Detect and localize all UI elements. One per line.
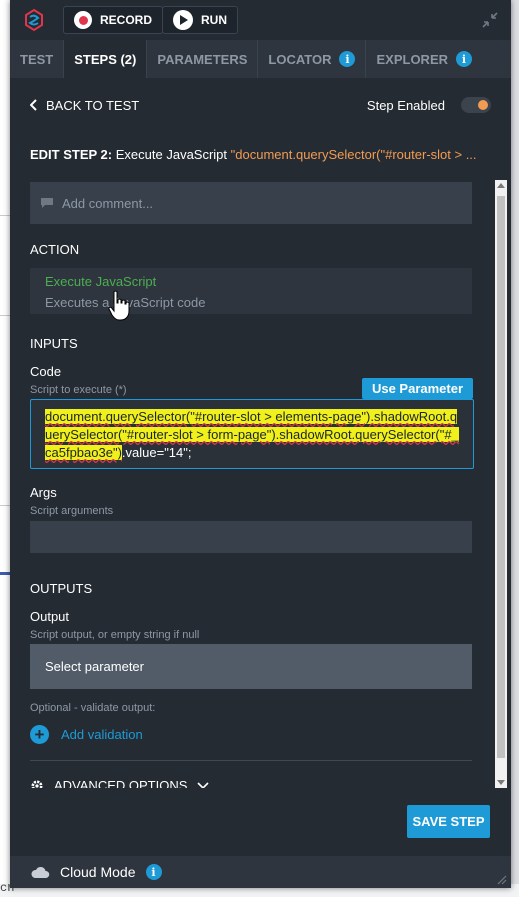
tab-label: LOCATOR: [268, 51, 332, 67]
scroll-up-arrow[interactable]: [497, 183, 505, 188]
tab-locator[interactable]: LOCATOR i: [258, 40, 367, 78]
tab-steps[interactable]: STEPS (2): [64, 40, 148, 78]
tab-parameters[interactable]: PARAMETERS: [147, 40, 259, 78]
action-heading: ACTION: [30, 242, 80, 257]
action-selector[interactable]: Execute JavaScript Executes a JavaScript…: [30, 268, 472, 314]
run-label: RUN: [201, 13, 227, 27]
logo-icon[interactable]: [22, 8, 46, 32]
run-button[interactable]: RUN: [162, 6, 238, 34]
edit-step-title: EDIT STEP 2: Execute JavaScript "documen…: [30, 147, 491, 162]
gear-icon: [31, 780, 43, 788]
tab-bar: TEST STEPS (2) PARAMETERS LOCATOR i EXPL…: [10, 40, 511, 78]
info-icon[interactable]: i: [145, 864, 162, 880]
action-name: Execute JavaScript: [45, 274, 157, 289]
code-highlighted-text: document.querySelector("#router-slot > e…: [45, 409, 459, 460]
top-toolbar: RECORD RUN: [10, 0, 511, 40]
edit-step-action: Execute JavaScript: [115, 147, 228, 162]
select-parameter-dropdown[interactable]: Select parameter: [30, 644, 472, 689]
scroll-down-arrow[interactable]: [497, 780, 505, 785]
tab-explorer[interactable]: EXPLORER i: [366, 40, 482, 78]
args-label: Args: [30, 485, 57, 500]
add-validation-button[interactable]: + Add validation: [30, 725, 143, 744]
tab-label: STEPS (2): [74, 51, 137, 67]
cloud-mode-label: Cloud Mode: [60, 864, 136, 880]
record-icon: [74, 11, 92, 29]
extension-panel: RECORD RUN TEST STEPS (2) PARAMETERS LOC…: [10, 0, 511, 888]
optional-validate-label: Optional - validate output:: [30, 702, 156, 714]
code-textarea[interactable]: document.querySelector("#router-slot > e…: [30, 399, 474, 469]
step-enabled-control: Step Enabled: [367, 97, 491, 113]
section-divider: [30, 760, 472, 761]
outputs-heading: OUTPUTS: [30, 581, 93, 596]
advanced-options-toggle[interactable]: ADVANCED OPTIONS: [30, 778, 209, 788]
add-validation-label: Add validation: [61, 727, 143, 742]
play-icon: [173, 10, 193, 30]
hand-cursor-icon: [108, 290, 130, 321]
record-label: RECORD: [100, 13, 153, 27]
step-enabled-toggle[interactable]: [461, 97, 491, 113]
tab-test[interactable]: TEST: [10, 40, 65, 78]
inputs-heading: INPUTS: [30, 336, 78, 351]
back-label: BACK TO TEST: [46, 97, 140, 113]
output-label: Output: [30, 609, 70, 624]
chevron-left-icon: [30, 99, 37, 111]
code-label: Code: [30, 364, 62, 379]
record-button[interactable]: RECORD: [63, 6, 164, 34]
collapse-icon[interactable]: [481, 11, 499, 29]
output-sublabel: Script output, or empty string if null: [30, 629, 200, 641]
use-parameter-button[interactable]: Use Parameter: [362, 378, 473, 399]
comment-icon: [41, 198, 53, 208]
step-enabled-label: Step Enabled: [366, 97, 445, 113]
chevron-down-icon: [197, 781, 209, 788]
tab-label: TEST: [20, 51, 54, 67]
tab-label: EXPLORER: [376, 51, 448, 67]
info-icon[interactable]: i: [456, 51, 472, 67]
args-input[interactable]: [30, 521, 472, 553]
plus-icon: +: [30, 725, 49, 744]
info-icon[interactable]: i: [339, 51, 356, 67]
edit-step-argument: "document.querySelector("#router-slot > …: [230, 147, 477, 162]
advanced-options-label: ADVANCED OPTIONS: [54, 778, 188, 788]
resize-grip-icon[interactable]: [497, 875, 507, 885]
step-editor-scroll-area[interactable]: Add comment... ACTION Execute JavaScript…: [30, 180, 491, 788]
action-description: Executes a JavaScript code: [45, 295, 206, 310]
cloud-icon: [31, 866, 50, 878]
args-sublabel: Script arguments: [30, 505, 114, 517]
back-to-test-link[interactable]: BACK TO TEST: [30, 98, 139, 113]
vertical-scrollbar[interactable]: [495, 180, 507, 788]
footer-bar: Cloud Mode i: [10, 856, 511, 888]
code-sublabel: Script to execute (*): [30, 384, 127, 396]
code-rest-text: .value="14";: [121, 445, 192, 460]
edit-step-label: EDIT STEP 2:: [30, 147, 113, 162]
step-header-row: BACK TO TEST Step Enabled: [30, 94, 491, 116]
scrollbar-thumb[interactable]: [497, 196, 505, 758]
comment-input[interactable]: Add comment...: [30, 182, 472, 224]
comment-placeholder: Add comment...: [62, 195, 154, 211]
select-parameter-label: Select parameter: [45, 659, 144, 674]
tab-label: PARAMETERS: [157, 51, 248, 67]
save-step-button[interactable]: SAVE STEP: [407, 805, 490, 838]
